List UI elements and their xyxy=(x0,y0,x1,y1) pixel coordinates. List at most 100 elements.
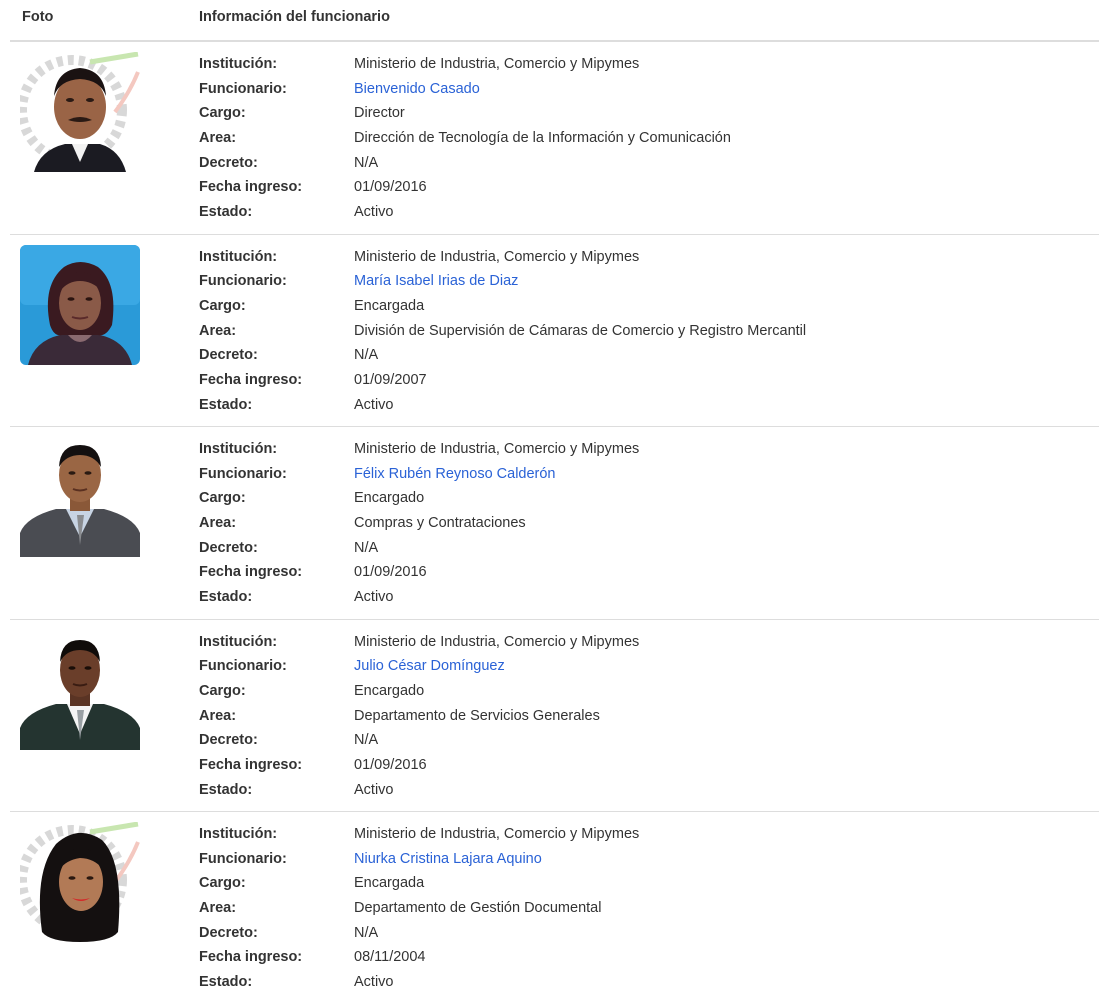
table-header: Foto Información del funcionario xyxy=(10,0,1099,42)
label-decreto: Decreto: xyxy=(199,732,258,749)
value-cargo: Encargado xyxy=(354,682,425,699)
label-institucion: Institución: xyxy=(199,441,278,457)
field-decreto: Decreto: N/A xyxy=(199,921,639,946)
label-cargo: Cargo: xyxy=(199,105,246,122)
official-info: Institución: Ministerio de Industria, Com… xyxy=(199,437,639,610)
field-cargo: Cargo: Encargada xyxy=(199,294,806,319)
value-area: Departamento de Servicios Generales xyxy=(354,707,600,724)
value-estado: Activo xyxy=(354,781,394,798)
field-institucion: Institución: Ministerio de Industria, Com… xyxy=(199,822,639,847)
label-cargo: Cargo: xyxy=(199,297,246,314)
field-fecha: Fecha ingreso: 01/09/2016 xyxy=(199,175,731,200)
field-area: Area: Dirección de Tecnología de la Infor… xyxy=(199,126,731,151)
label-estado: Estado: xyxy=(199,396,253,413)
official-name-link[interactable]: Niurka Cristina Lajara Aquino xyxy=(354,851,542,867)
label-cargo: Cargo: xyxy=(199,490,246,507)
value-fecha: 01/09/2016 xyxy=(354,756,427,773)
label-estado: Estado: xyxy=(199,781,253,798)
label-institucion: Institución: xyxy=(199,633,278,650)
field-funcionario: Funcionario: Niurka Cristina Lajara Aquin… xyxy=(199,847,639,872)
field-estado: Estado: Activo xyxy=(199,778,639,803)
label-estado: Estado: xyxy=(199,974,253,991)
label-fecha: Fecha ingreso: xyxy=(199,371,303,388)
label-funcionario: Funcionario: xyxy=(199,658,287,675)
value-institucion: Ministerio de Industria, Comercio y Mipy… xyxy=(354,633,640,650)
official-photo xyxy=(20,822,140,942)
value-institucion: Ministerio de Industria, Comercio y Mipy… xyxy=(354,248,640,265)
field-funcionario: Funcionario: Félix Rubén Reynoso Calderón xyxy=(199,462,639,487)
label-institucion: Institución: xyxy=(199,826,278,842)
field-decreto: Decreto: N/A xyxy=(199,343,806,368)
value-cargo: Encargada xyxy=(354,297,425,314)
label-funcionario: Funcionario: xyxy=(199,273,287,290)
label-area: Area: xyxy=(199,515,237,532)
field-decreto: Decreto: N/A xyxy=(199,536,639,561)
field-estado: Estado: Activo xyxy=(199,393,806,418)
official-photo xyxy=(20,629,140,750)
value-cargo: Director xyxy=(354,105,405,122)
table-row: Institución: Ministerio de Industria, Com… xyxy=(10,42,1099,235)
officials-table: Foto Información del funcionario Institu… xyxy=(10,0,1099,1005)
label-decreto: Decreto: xyxy=(199,154,258,171)
field-area: Area: Compras y Contrataciones xyxy=(199,511,639,536)
value-area: Compras y Contrataciones xyxy=(354,515,526,532)
field-area: Area: Departamento de Gestión Documental xyxy=(199,896,639,921)
value-estado: Activo xyxy=(354,204,394,221)
official-info: Institución: Ministerio de Industria, Com… xyxy=(199,630,639,803)
label-cargo: Cargo: xyxy=(199,682,246,699)
column-header-photo: Foto xyxy=(22,9,54,25)
label-area: Area: xyxy=(199,900,237,917)
field-funcionario: Funcionario: María Isabel Irias de Diaz xyxy=(199,269,806,294)
label-fecha: Fecha ingreso: xyxy=(199,179,303,196)
value-cargo: Encargada xyxy=(354,875,425,892)
table-row: Institución: Ministerio de Industria, Com… xyxy=(10,235,1099,427)
value-area: División de Supervisión de Cámaras de Co… xyxy=(354,322,807,339)
value-fecha: 01/09/2016 xyxy=(354,564,427,581)
label-funcionario: Funcionario: xyxy=(199,80,287,97)
value-fecha: 08/11/2004 xyxy=(354,949,426,966)
value-decreto: N/A xyxy=(354,347,379,364)
label-area: Area: xyxy=(199,130,237,147)
official-name-link[interactable]: Bienvenido Casado xyxy=(354,81,480,97)
value-decreto: N/A xyxy=(354,732,379,749)
value-institucion: Ministerio de Industria, Comercio y Mipy… xyxy=(354,441,640,457)
field-institucion: Institución: Ministerio de Industria, Com… xyxy=(199,437,639,462)
value-fecha: 01/09/2007 xyxy=(354,371,427,388)
value-area: Departamento de Gestión Documental xyxy=(354,900,602,917)
label-funcionario: Funcionario: xyxy=(199,850,287,867)
field-cargo: Cargo: Encargada xyxy=(199,871,639,896)
official-name-link[interactable]: Félix Rubén Reynoso Calderón xyxy=(354,466,556,482)
value-decreto: N/A xyxy=(354,154,379,171)
label-funcionario: Funcionario: xyxy=(199,465,287,482)
field-institucion: Institución: Ministerio de Industria, Com… xyxy=(199,630,639,655)
value-estado: Activo xyxy=(354,396,394,413)
label-estado: Estado: xyxy=(199,204,253,221)
field-estado: Estado: Activo xyxy=(199,970,639,995)
value-institucion: Ministerio de Industria, Comercio y Mipy… xyxy=(354,826,640,842)
field-cargo: Cargo: Encargado xyxy=(199,486,639,511)
field-cargo: Cargo: Encargado xyxy=(199,679,639,704)
table-row: Institución: Ministerio de Industria, Com… xyxy=(10,427,1099,620)
label-decreto: Decreto: xyxy=(199,924,258,941)
official-name-link[interactable]: Julio César Domínguez xyxy=(354,658,505,674)
official-photo xyxy=(20,52,140,172)
value-decreto: N/A xyxy=(354,539,379,556)
field-fecha: Fecha ingreso: 01/09/2016 xyxy=(199,560,639,585)
table-row: Institución: Ministerio de Industria, Com… xyxy=(10,620,1099,812)
field-institucion: Institución: Ministerio de Industria, Com… xyxy=(199,52,731,77)
label-decreto: Decreto: xyxy=(199,347,258,364)
label-fecha: Fecha ingreso: xyxy=(199,564,303,581)
official-name-link[interactable]: María Isabel Irias de Diaz xyxy=(354,273,518,289)
label-area: Area: xyxy=(199,707,237,724)
field-estado: Estado: Activo xyxy=(199,585,639,610)
field-institucion: Institución: Ministerio de Industria, Com… xyxy=(199,245,806,270)
field-area: Area: Departamento de Servicios Generales xyxy=(199,704,639,729)
field-fecha: Fecha ingreso: 01/09/2007 xyxy=(199,368,806,393)
label-fecha: Fecha ingreso: xyxy=(199,949,303,966)
field-fecha: Fecha ingreso: 08/11/2004 xyxy=(199,945,639,970)
table-row: Institución: Ministerio de Industria, Com… xyxy=(10,812,1099,1005)
official-info: Institución: Ministerio de Industria, Com… xyxy=(199,822,639,995)
value-institucion: Ministerio de Industria, Comercio y Mipy… xyxy=(354,56,640,72)
field-funcionario: Funcionario: Julio César Domínguez xyxy=(199,654,639,679)
label-estado: Estado: xyxy=(199,589,253,606)
